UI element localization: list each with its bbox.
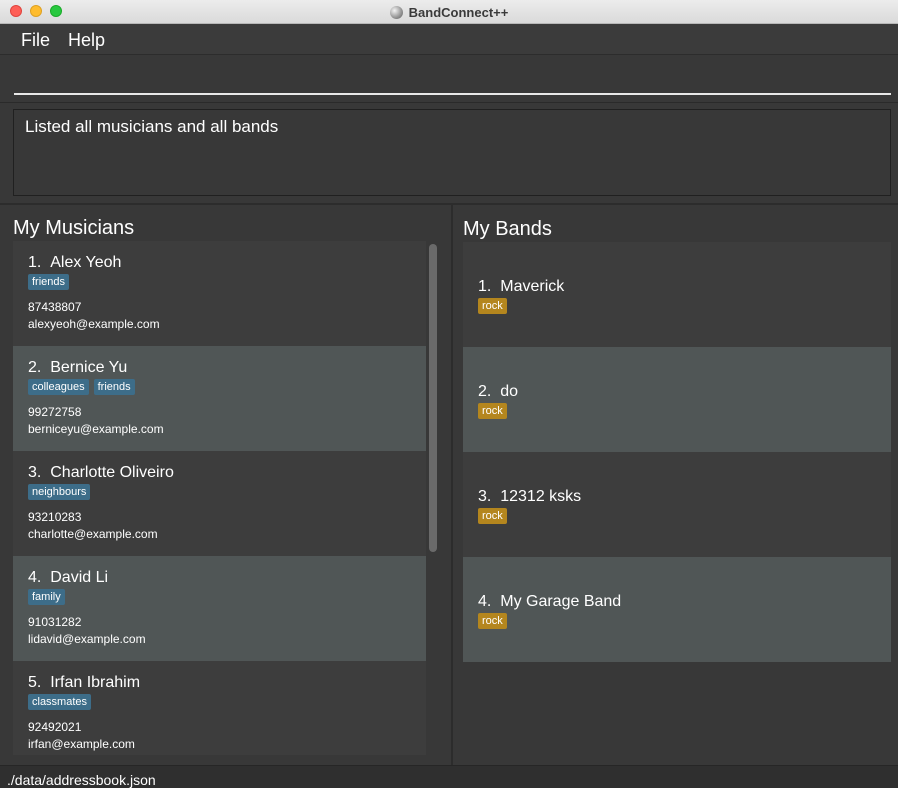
musicians-panel-title: My Musicians: [13, 217, 135, 239]
musician-tags: friends: [28, 274, 70, 290]
musician-name-text: Bernice Yu: [50, 359, 128, 376]
musician-tags: neighbours: [28, 484, 91, 500]
band-tag: rock: [478, 403, 507, 419]
musician-name: 4. David Li: [28, 569, 108, 587]
band-card[interactable]: 2. do rock: [463, 347, 891, 452]
window-title: BandConnect++: [408, 4, 509, 20]
musician-index: 5.: [28, 674, 42, 691]
band-name-text: Maverick: [500, 278, 565, 295]
menu-bar: File Help: [0, 24, 898, 55]
musician-tag: neighbours: [28, 484, 91, 500]
musician-card[interactable]: 3. Charlotte Oliveiro neighbours 93210283 c…: [13, 451, 426, 556]
musician-card[interactable]: 4. David Li family 91031282 lidavid@example…: [13, 556, 426, 661]
band-tags: rock: [478, 613, 507, 629]
musician-name-text: Irfan Ibrahim: [50, 674, 141, 691]
musician-list[interactable]: 1. Alex Yeoh friends 87438807 alexyeoh@exam…: [13, 241, 426, 755]
band-index: 4.: [478, 593, 492, 610]
musician-name: 3. Charlotte Oliveiro: [28, 464, 174, 482]
musician-index: 2.: [28, 359, 42, 376]
musician-email: charlotte@example.com: [28, 527, 158, 541]
status-bar: ./data/addressbook.json: [0, 765, 898, 788]
band-index: 2.: [478, 383, 492, 400]
musician-index: 3.: [28, 464, 42, 481]
command-input[interactable]: [14, 63, 891, 95]
band-name: 4. My Garage Band: [478, 593, 621, 611]
result-display: Listed all musicians and all bands: [13, 109, 891, 196]
musician-tag: family: [28, 589, 65, 605]
musician-phone: 87438807: [28, 300, 82, 314]
musician-email: berniceyu@example.com: [28, 422, 164, 436]
bands-panel-title: My Bands: [463, 218, 552, 240]
menu-help[interactable]: Help: [68, 30, 105, 51]
musician-tag: classmates: [28, 694, 92, 710]
musician-card[interactable]: 5. Irfan Ibrahim classmates 92492021 irfan@…: [13, 661, 426, 755]
musician-phone: 99272758: [28, 405, 82, 419]
band-name-text: My Garage Band: [500, 593, 622, 610]
musician-phone: 91031282: [28, 615, 82, 629]
band-tag: rock: [478, 508, 507, 524]
musician-card[interactable]: 1. Alex Yeoh friends 87438807 alexyeoh@exam…: [13, 241, 426, 346]
musician-name-text: Charlotte Oliveiro: [50, 464, 174, 481]
musician-tag: friends: [93, 379, 135, 395]
band-name: 3. 12312 ksks: [478, 488, 581, 506]
musician-tag: colleagues: [28, 379, 89, 395]
musician-phone: 93210283: [28, 510, 82, 524]
musician-tags: family: [28, 589, 65, 605]
musician-tag: friends: [28, 274, 70, 290]
musician-email: lidavid@example.com: [28, 632, 146, 646]
band-tags: rock: [478, 508, 507, 524]
musician-name: 1. Alex Yeoh: [28, 254, 121, 272]
menu-file[interactable]: File: [21, 30, 50, 51]
band-tag: rock: [478, 298, 507, 314]
band-list[interactable]: 1. Maverick rock 2. do rock 3. 12312 ksks roc…: [463, 242, 891, 662]
musician-name: 5. Irfan Ibrahim: [28, 674, 140, 692]
window-titlebar: BandConnect++: [0, 0, 898, 24]
musician-phone: 92492021: [28, 720, 82, 734]
musician-email: alexyeoh@example.com: [28, 317, 160, 331]
app-globe-icon: [389, 5, 403, 19]
band-name-text: 12312 ksks: [500, 488, 582, 505]
band-card[interactable]: 4. My Garage Band rock: [463, 557, 891, 662]
band-tag: rock: [478, 613, 507, 629]
horizontal-divider: [0, 203, 898, 205]
band-index: 1.: [478, 278, 492, 295]
band-tags: rock: [478, 298, 507, 314]
status-file-path: ./data/addressbook.json: [7, 772, 156, 788]
musician-list-scrollbar[interactable]: [428, 241, 438, 755]
panel-divider[interactable]: [451, 205, 453, 765]
band-name-text: do: [500, 383, 519, 400]
band-name: 2. do: [478, 383, 518, 401]
musician-email: irfan@example.com: [28, 737, 135, 751]
musician-name-text: David Li: [50, 569, 109, 586]
musician-card[interactable]: 2. Bernice Yu colleagues friends 99272758 be…: [13, 346, 426, 451]
musician-name: 2. Bernice Yu: [28, 359, 127, 377]
musician-index: 4.: [28, 569, 42, 586]
command-box: [0, 55, 898, 103]
band-index: 3.: [478, 488, 492, 505]
band-card[interactable]: 3. 12312 ksks rock: [463, 452, 891, 557]
musician-index: 1.: [28, 254, 42, 271]
musician-tags: colleagues friends: [28, 379, 135, 395]
band-name: 1. Maverick: [478, 278, 564, 296]
result-text: Listed all musicians and all bands: [25, 117, 279, 136]
window-title-group: BandConnect++: [0, 0, 898, 24]
band-card[interactable]: 1. Maverick rock: [463, 242, 891, 347]
musician-name-text: Alex Yeoh: [50, 254, 122, 271]
musician-tags: classmates: [28, 694, 92, 710]
scrollbar-thumb[interactable]: [429, 244, 437, 552]
band-tags: rock: [478, 403, 507, 419]
